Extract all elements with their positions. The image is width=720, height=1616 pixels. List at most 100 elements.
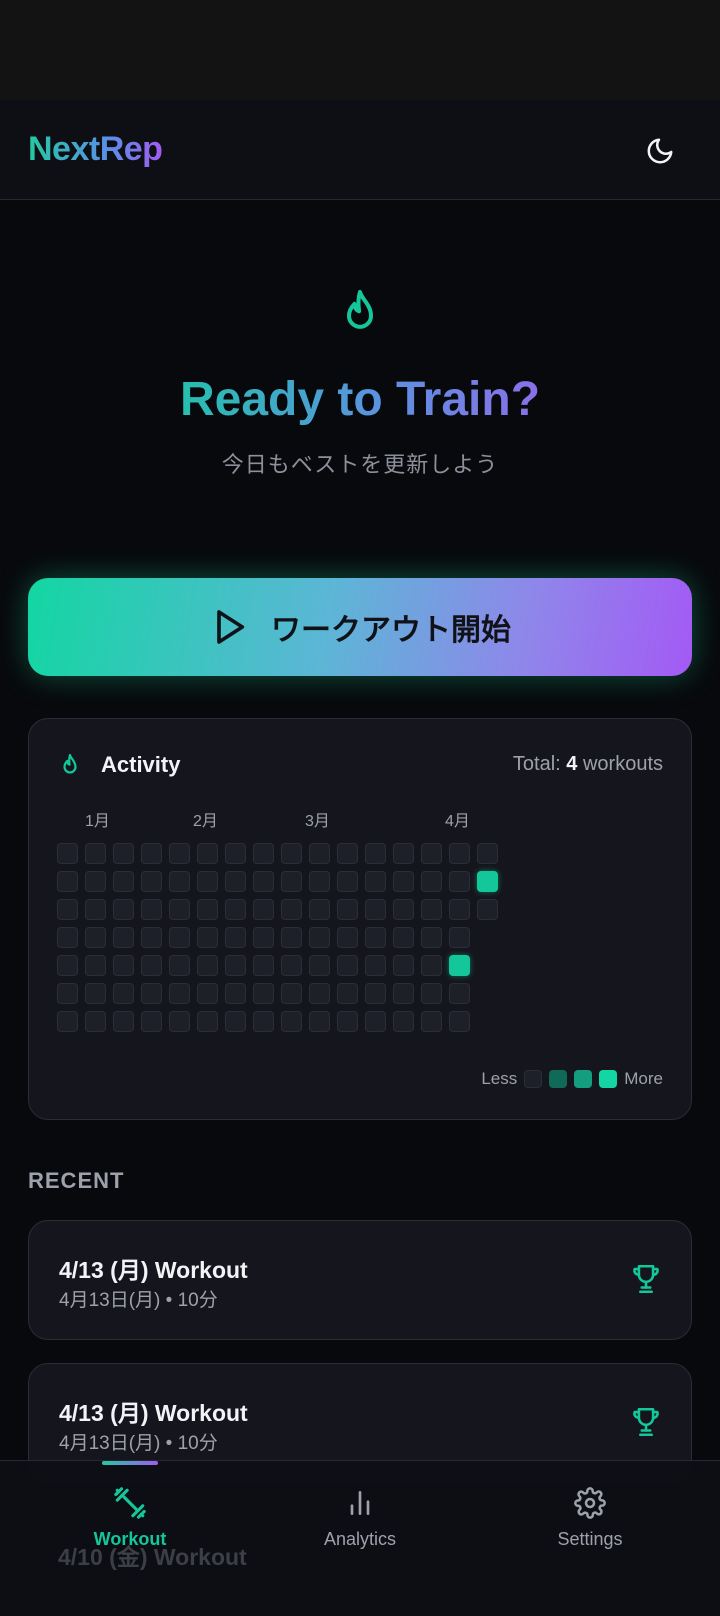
heatmap-cell: [197, 899, 218, 920]
activity-title: Activity: [101, 752, 181, 777]
heatmap-cell: [393, 871, 414, 892]
heatmap-cell: [421, 899, 442, 920]
heatmap-cell: [449, 843, 470, 864]
legend-more: More: [624, 1069, 663, 1088]
heatmap-cell: [281, 927, 302, 948]
heatmap-cell: [169, 871, 190, 892]
nav-settings[interactable]: Settings: [470, 1461, 710, 1571]
heatmap-cell: [365, 843, 386, 864]
heatmap-cell: [449, 955, 470, 976]
app-logo[interactable]: NextRep: [28, 130, 163, 169]
moon-icon: [647, 138, 673, 164]
heatmap-cell: [141, 843, 162, 864]
heatmap-cell: [57, 927, 78, 948]
activity-card: Activity Total: 4 workouts 1月 2月 3月 4月 L…: [28, 718, 692, 1120]
start-workout-label: ワークアウト開始: [271, 614, 511, 647]
heatmap-cell: [281, 1011, 302, 1032]
heatmap-cell: [393, 899, 414, 920]
play-icon: [217, 610, 245, 644]
heatmap-cell: [225, 1011, 246, 1032]
heatmap-cell: [113, 843, 134, 864]
heatmap-cell: [337, 1011, 358, 1032]
heatmap-cell: [57, 871, 78, 892]
dumbbell-icon: [114, 1487, 146, 1519]
theme-toggle-button[interactable]: [640, 131, 680, 171]
heatmap-cell: [85, 1011, 106, 1032]
month-label: 1月: [85, 813, 110, 830]
heatmap-cell: [253, 899, 274, 920]
heatmap-cell: [309, 871, 330, 892]
heatmap-cell: [197, 927, 218, 948]
legend-swatch: [574, 1070, 593, 1088]
heatmap-cell: [393, 1011, 414, 1032]
trophy-icon: [633, 1264, 659, 1294]
heatmap-cell: [57, 1011, 78, 1032]
heatmap-cell: [421, 927, 442, 948]
heatmap-cell: [113, 871, 134, 892]
nav-analytics[interactable]: Analytics: [240, 1461, 480, 1571]
heatmap-cell: [225, 871, 246, 892]
heatmap-cell: [253, 871, 274, 892]
heatmap-cell: [113, 983, 134, 1004]
heatmap-cell: [449, 1011, 470, 1032]
heatmap-cell: [477, 843, 498, 864]
heatmap-cell: [57, 843, 78, 864]
legend-swatch: [599, 1070, 618, 1088]
heatmap-cell: [477, 871, 498, 892]
heatmap-cell: [337, 871, 358, 892]
heatmap-cell: [57, 983, 78, 1004]
workout-title: 4/13 (月) Workout: [59, 1400, 248, 1426]
heatmap-cell: [85, 955, 106, 976]
heatmap-cell: [197, 1011, 218, 1032]
hero-subtitle: 今日もベストを更新しよう: [221, 452, 499, 477]
heatmap-cell: [85, 843, 106, 864]
heatmap-cell: [225, 955, 246, 976]
heatmap-cell: [421, 1011, 442, 1032]
heatmap-cell: [449, 983, 470, 1004]
heatmap-cell: [309, 899, 330, 920]
heatmap-cell: [365, 983, 386, 1004]
flame-icon: [346, 289, 374, 329]
heatmap-cell: [253, 927, 274, 948]
heatmap-cell: [421, 955, 442, 976]
heatmap-cell: [337, 983, 358, 1004]
heatmap-cell: [113, 899, 134, 920]
heatmap-cell: [225, 899, 246, 920]
heatmap-cell: [337, 955, 358, 976]
heatmap-cell: [421, 983, 442, 1004]
heatmap-cell: [85, 983, 106, 1004]
heatmap-cell: [169, 843, 190, 864]
workout-card[interactable]: 4/13 (月) Workout 4月13日(月) • 10分: [28, 1220, 692, 1340]
trophy-icon: [633, 1407, 659, 1437]
legend-swatch: [524, 1070, 543, 1088]
heatmap-cell: [113, 955, 134, 976]
flame-icon: [63, 753, 77, 774]
activity-total: Total: 4 workouts: [512, 753, 663, 775]
heatmap-cell: [85, 899, 106, 920]
recent-section-label: RECENT: [28, 1168, 125, 1193]
heatmap-cell: [169, 927, 190, 948]
heatmap-cell: [253, 843, 274, 864]
heatmap-cell: [169, 1011, 190, 1032]
heatmap-cell: [113, 927, 134, 948]
gear-icon: [574, 1487, 606, 1519]
heatmap-cell: [449, 871, 470, 892]
heatmap-cell: [281, 871, 302, 892]
heatmap-cell: [281, 899, 302, 920]
heatmap-cell: [85, 871, 106, 892]
heatmap-cell: [57, 899, 78, 920]
heatmap-cell: [253, 1011, 274, 1032]
heatmap-cell: [281, 955, 302, 976]
heatmap-cell: [113, 1011, 134, 1032]
legend-swatch: [549, 1070, 568, 1088]
heatmap-cell: [421, 843, 442, 864]
heatmap-cell: [169, 899, 190, 920]
heatmap-cell: [393, 843, 414, 864]
heatmap-cell: [281, 843, 302, 864]
heatmap-cell: [309, 983, 330, 1004]
heatmap-cell: [141, 1011, 162, 1032]
heatmap-cell: [421, 871, 442, 892]
start-workout-button[interactable]: ワークアウト開始: [28, 578, 692, 676]
month-label: 3月: [305, 813, 330, 830]
app-header: NextRep: [0, 100, 720, 200]
